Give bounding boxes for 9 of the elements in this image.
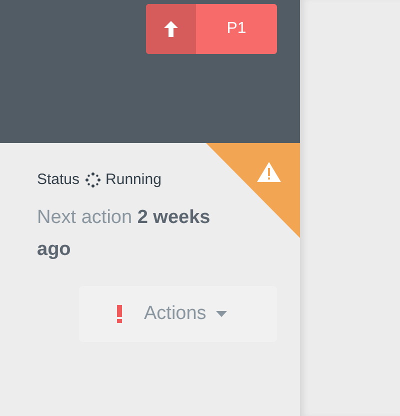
next-action-text: Next action 2 weeks ago (37, 206, 212, 262)
caret-icon (216, 311, 228, 317)
status-label: Status (37, 171, 80, 188)
spinner-icon (84, 172, 101, 188)
actions-button[interactable]: Actions (79, 286, 277, 342)
priority-button[interactable]: P1 (146, 4, 277, 54)
exclamation-icon (117, 305, 122, 323)
status-value: Running (106, 171, 162, 188)
arrow-up-icon (164, 21, 178, 37)
